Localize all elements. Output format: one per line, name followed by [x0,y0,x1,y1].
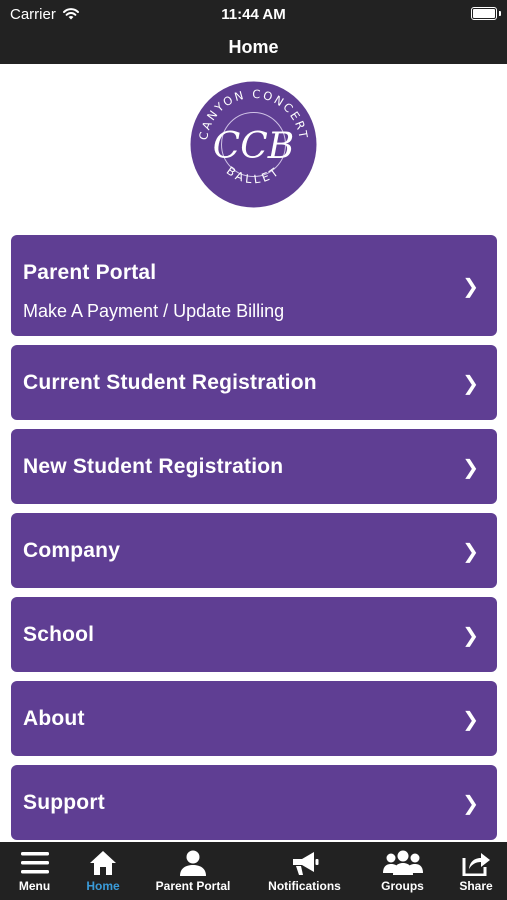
megaphone-icon [292,852,318,875]
tab-label: Share [459,879,493,893]
menu-item-current-student-registration[interactable]: Current Student Registration ❯ [11,345,497,420]
group-icon [382,850,423,875]
menu-item-school[interactable]: School ❯ [11,597,497,672]
tab-home[interactable]: Home [69,842,137,900]
menu-item-title: New Student Registration [23,455,284,478]
menu-item-new-student-registration[interactable]: New Student Registration ❯ [11,429,497,504]
share-icon [462,853,490,876]
tab-share[interactable]: Share [445,842,507,900]
tab-label: Notifications [268,879,341,893]
menu-item-title: About [23,707,85,730]
tab-groups[interactable]: Groups [360,842,445,900]
menu-item-about[interactable]: About ❯ [11,681,497,756]
clock: 11:44 AM [221,6,286,23]
person-icon [180,850,206,876]
page-title: Home [228,37,279,57]
tab-label: Home [86,879,120,893]
home-menu-list: Parent Portal Make A Payment / Update Bi… [11,235,497,849]
chevron-right-icon: ❯ [462,625,479,647]
menu-item-subtitle: Make A Payment / Update Billing [23,301,285,321]
menu-item-title: Parent Portal [23,261,157,284]
menu-item-parent-portal[interactable]: Parent Portal Make A Payment / Update Bi… [11,235,497,336]
navigation-bar: Home [0,30,507,64]
svg-text:CCB: CCB [213,126,295,167]
menu-item-title: Company [23,539,121,562]
tab-label: Menu [18,879,51,893]
status-bar: Carrier 11:44 AM [0,0,507,30]
menu-item-title: School [23,623,95,646]
menu-item-title: Current Student Registration [23,371,317,394]
hamburger-icon [20,852,49,874]
chevron-right-icon: ❯ [462,709,479,731]
tab-menu[interactable]: Menu [0,842,69,900]
chevron-right-icon: ❯ [462,373,479,395]
tab-parent-portal[interactable]: Parent Portal [137,842,249,900]
menu-item-support[interactable]: Support ❯ [11,765,497,840]
chevron-right-icon: ❯ [462,793,479,815]
canyon-concert-ballet-logo: CANYON CONCERT BALLET CCB [190,81,317,208]
tab-label: Parent Portal [155,879,231,893]
menu-item-title: Support [23,791,105,814]
home-icon [90,851,116,875]
chevron-right-icon: ❯ [462,541,479,563]
tab-notifications[interactable]: Notifications [249,842,360,900]
battery-icon [471,7,497,20]
tab-label: Groups [381,879,424,893]
chevron-right-icon: ❯ [462,457,479,479]
chevron-right-icon: ❯ [462,276,479,298]
menu-item-company[interactable]: Company ❯ [11,513,497,588]
bottom-tab-bar: Menu Home Parent Portal Notifications Gr… [0,842,507,900]
